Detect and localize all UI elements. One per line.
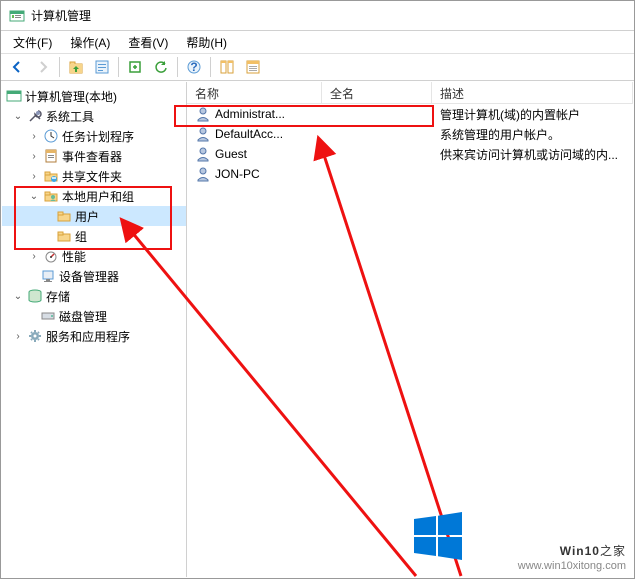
disk-icon <box>40 308 56 324</box>
user-name: JON-PC <box>215 167 260 181</box>
services-icon <box>27 328 43 344</box>
tree-root[interactable]: 计算机管理(本地) <box>2 86 186 106</box>
tree-users[interactable]: 用户 <box>2 206 186 226</box>
folder-icon <box>56 228 72 244</box>
help-button[interactable]: ? <box>182 55 206 79</box>
user-icon <box>195 146 211 162</box>
list-pane: 名称 全名 描述 Administrat...管理计算机(域)的内置帐户Defa… <box>187 82 633 577</box>
tree-performance[interactable]: › 性能 <box>2 246 186 266</box>
details-button[interactable] <box>241 55 265 79</box>
column-name[interactable]: 名称 <box>187 82 322 103</box>
menu-bar: 文件(F) 操作(A) 查看(V) 帮助(H) <box>1 31 634 53</box>
tree-label: 用户 <box>75 208 99 225</box>
user-name: Guest <box>215 147 247 161</box>
user-desc: 供来宾访问计算机或访问域的内... <box>432 146 633 163</box>
tree-system-tools[interactable]: ⌄ 系统工具 <box>2 106 186 126</box>
toolbar-separator <box>59 57 60 77</box>
computer-mgmt-icon <box>6 88 22 104</box>
list-item[interactable]: Administrat... 管理计算机(域)的内置帐户 <box>187 104 633 124</box>
user-icon <box>195 106 211 122</box>
window-title: 计算机管理 <box>31 7 91 24</box>
tree-label: 服务和应用程序 <box>46 328 130 345</box>
toolbar: ? <box>1 53 634 81</box>
list-item[interactable]: DefaultAcc... 系统管理的用户帐户。 <box>187 124 633 144</box>
collapse-icon[interactable]: ⌄ <box>28 191 40 202</box>
tree-label: 性能 <box>62 248 86 265</box>
expand-icon[interactable]: › <box>28 151 40 162</box>
tree-label: 系统工具 <box>46 108 94 125</box>
user-icon <box>195 126 211 142</box>
tools-icon <box>27 108 43 124</box>
refresh-button[interactable] <box>149 55 173 79</box>
tree-disk-management[interactable]: 磁盘管理 <box>2 306 186 326</box>
list-item[interactable]: Guest 供来宾访问计算机或访问域的内... <box>187 144 633 164</box>
watermark-brand-b: 之家 <box>600 544 626 558</box>
tree-label: 本地用户和组 <box>62 188 134 205</box>
users-groups-icon <box>43 188 59 204</box>
tree-label: 任务计划程序 <box>62 128 134 145</box>
expand-icon[interactable]: › <box>28 131 40 142</box>
user-desc: 管理计算机(域)的内置帐户 <box>432 106 633 123</box>
tree-shared-folders[interactable]: › 共享文件夹 <box>2 166 186 186</box>
windows-logo-icon <box>414 512 462 560</box>
tree-label: 设备管理器 <box>59 268 119 285</box>
column-desc[interactable]: 描述 <box>432 82 633 103</box>
event-icon <box>43 148 59 164</box>
user-icon <box>195 166 211 182</box>
menu-help[interactable]: 帮助(H) <box>178 32 235 53</box>
toolbar-separator <box>118 57 119 77</box>
list-item[interactable]: JON-PC <box>187 164 633 184</box>
menu-view[interactable]: 查看(V) <box>120 32 176 53</box>
tree-label: 磁盘管理 <box>59 308 107 325</box>
back-button[interactable] <box>5 55 29 79</box>
title-bar: 计算机管理 <box>1 1 634 31</box>
forward-button[interactable] <box>31 55 55 79</box>
clock-icon <box>43 128 59 144</box>
export-button[interactable] <box>123 55 147 79</box>
toolbar-separator <box>177 57 178 77</box>
tree-label: 事件查看器 <box>62 148 122 165</box>
menu-action[interactable]: 操作(A) <box>62 32 118 53</box>
expand-icon[interactable]: › <box>12 331 24 342</box>
app-icon <box>9 8 25 24</box>
menu-file[interactable]: 文件(F) <box>5 32 60 53</box>
collapse-icon[interactable]: ⌄ <box>12 111 24 122</box>
tree-services-apps[interactable]: › 服务和应用程序 <box>2 326 186 346</box>
share-icon <box>43 168 59 184</box>
expand-icon[interactable]: › <box>28 251 40 262</box>
folder-icon <box>56 208 72 224</box>
performance-icon <box>43 248 59 264</box>
storage-icon <box>27 288 43 304</box>
device-icon <box>40 268 56 284</box>
user-name: Administrat... <box>215 107 285 121</box>
tree-storage[interactable]: ⌄ 存储 <box>2 286 186 306</box>
watermark-url: www.win10xitong.com <box>518 560 626 572</box>
properties-button[interactable] <box>90 55 114 79</box>
tree-pane: 计算机管理(本地) ⌄ 系统工具 › 任务计划程序 › 事件查看器 › 共享文件… <box>2 82 187 577</box>
tree-label: 组 <box>75 228 87 245</box>
tree-task-scheduler[interactable]: › 任务计划程序 <box>2 126 186 146</box>
collapse-icon[interactable]: ⌄ <box>12 291 24 302</box>
toolbar-separator <box>210 57 211 77</box>
tree-device-manager[interactable]: 设备管理器 <box>2 266 186 286</box>
tree-groups[interactable]: 组 <box>2 226 186 246</box>
user-name: DefaultAcc... <box>215 127 283 141</box>
tile-button[interactable] <box>215 55 239 79</box>
user-desc: 系统管理的用户帐户。 <box>432 126 633 143</box>
tree-local-users-groups[interactable]: ⌄ 本地用户和组 <box>2 186 186 206</box>
column-fullname[interactable]: 全名 <box>322 82 432 103</box>
up-button[interactable] <box>64 55 88 79</box>
watermark: Win10之家 www.win10xitong.com <box>518 530 626 572</box>
tree-event-viewer[interactable]: › 事件查看器 <box>2 146 186 166</box>
svg-text:?: ? <box>190 60 197 74</box>
tree-label: 共享文件夹 <box>62 168 122 185</box>
watermark-brand-a: Win10 <box>560 544 600 558</box>
list-header: 名称 全名 描述 <box>187 82 633 104</box>
tree-label: 计算机管理(本地) <box>25 88 117 105</box>
tree-label: 存储 <box>46 288 70 305</box>
expand-icon[interactable]: › <box>28 171 40 182</box>
